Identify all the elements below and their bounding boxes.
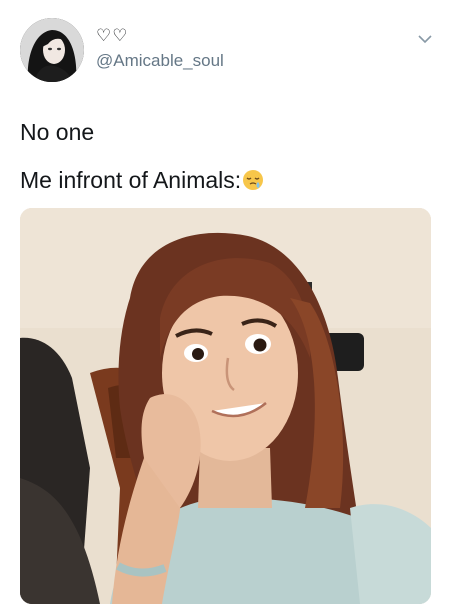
tweet-media-photo[interactable] — [20, 208, 431, 604]
avatar-image — [20, 18, 84, 82]
tweet-text-line-1-label: No one — [20, 119, 95, 145]
user-handle[interactable]: @Amicable_soul — [96, 51, 224, 71]
sleepy-face-emoji-icon — [242, 169, 264, 191]
chevron-down-icon[interactable] — [418, 34, 432, 44]
tweet-text-line-2: Me infront of Animals: — [20, 166, 264, 194]
tweet-text-line-1: No one — [20, 118, 94, 146]
display-name[interactable]: ♡♡ — [96, 26, 128, 46]
avatar[interactable] — [20, 18, 84, 82]
tweet-text-line-2-label: Me infront of Animals: — [20, 167, 242, 193]
tweet-card: ♡♡ @Amicable_soul No one Me infront of A… — [0, 0, 450, 613]
